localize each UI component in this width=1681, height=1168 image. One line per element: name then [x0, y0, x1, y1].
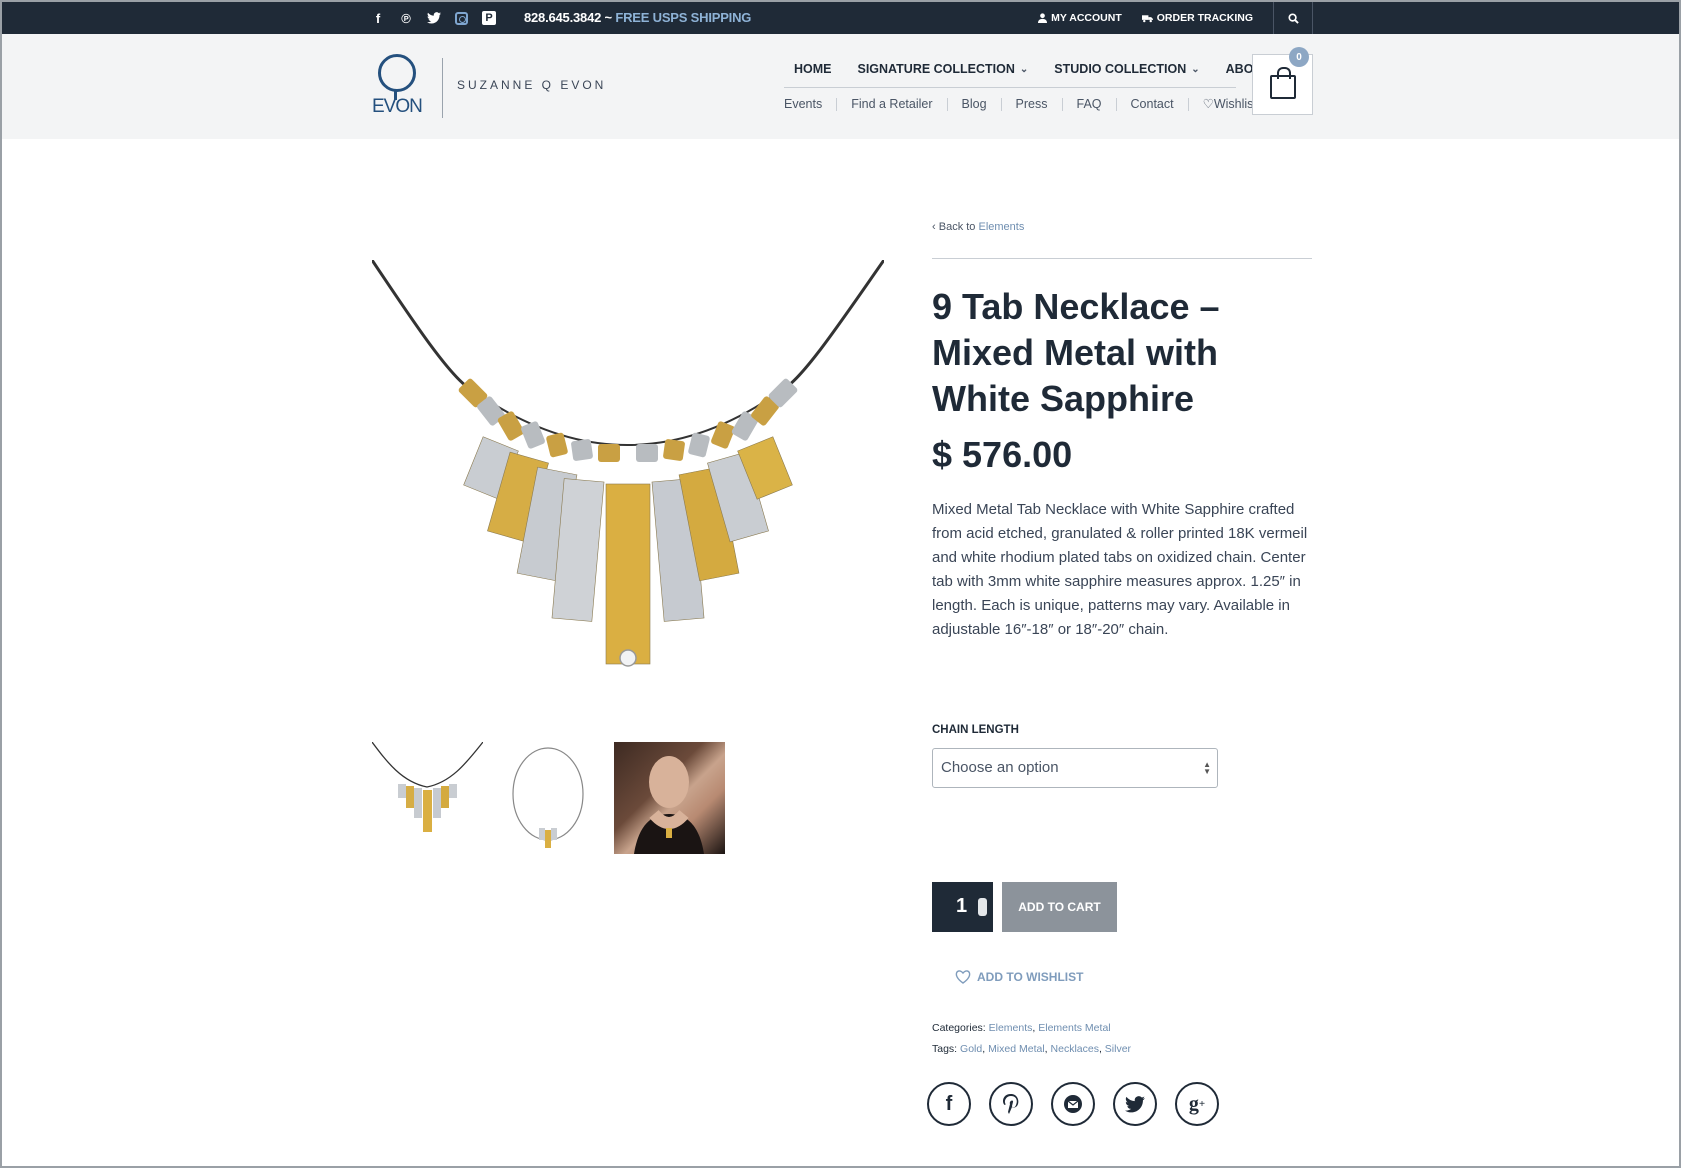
necklace-full-chain-image: [512, 747, 584, 848]
my-account-label: MY ACCOUNT: [1051, 12, 1122, 24]
phone-number[interactable]: 828.645.3842 ~: [524, 10, 612, 25]
order-tracking-link[interactable]: ORDER TRACKING: [1141, 2, 1273, 34]
page: f ℗ P 828.645.3842 ~ FREE USPS SHIPPING …: [0, 0, 1681, 1168]
nav-divider: [784, 87, 1236, 88]
add-to-cart-button[interactable]: ADD TO CART: [1002, 882, 1117, 932]
tag-link[interactable]: Silver: [1105, 1043, 1131, 1055]
quantity-stepper[interactable]: 1: [932, 882, 993, 932]
nav-studio-collection[interactable]: STUDIO COLLECTION ⌄: [1054, 62, 1199, 76]
info-divider: [932, 258, 1312, 259]
product-categories: Categories: Elements, Elements Metal: [932, 1022, 1111, 1034]
heart-icon: ♡: [1202, 97, 1214, 111]
nav-signature-label: SIGNATURE COLLECTION: [857, 62, 1015, 76]
category-link[interactable]: Elements Metal: [1038, 1022, 1110, 1034]
share-buttons: f g +: [927, 1082, 1219, 1126]
user-icon: [1038, 13, 1048, 23]
tags-label: Tags:: [932, 1043, 958, 1055]
chain-length-select[interactable]: Choose an option ▲ ▼: [932, 748, 1218, 788]
twitter-icon[interactable]: [427, 11, 441, 25]
account-links: MY ACCOUNT ORDER TRACKING: [1038, 2, 1313, 34]
pinterest-icon[interactable]: ℗: [399, 11, 413, 26]
thumbnail-front[interactable]: [371, 741, 484, 854]
pinterest-share-icon[interactable]: [989, 1082, 1033, 1126]
nav-signature-collection[interactable]: SIGNATURE COLLECTION ⌄: [858, 62, 1029, 76]
product-title: 9 Tab Necklace – Mixed Metal with White …: [932, 286, 1220, 419]
search-button[interactable]: [1273, 2, 1313, 34]
back-link[interactable]: Elements: [978, 221, 1024, 233]
subnav-blog[interactable]: Blog: [946, 98, 1001, 111]
nav-home[interactable]: HOME: [794, 62, 832, 76]
chevron-left-icon: ‹: [932, 221, 939, 233]
categories-label: Categories:: [932, 1022, 986, 1034]
logo-divider: [442, 58, 443, 118]
quantity-spinner-icon[interactable]: [978, 898, 987, 916]
breadcrumb: ‹ Back to Elements: [932, 221, 1024, 233]
category-link[interactable]: Elements: [989, 1022, 1033, 1034]
cart-count-badge: 0: [1289, 47, 1309, 67]
social-links: f ℗ P: [371, 2, 496, 34]
pinterest-board-icon[interactable]: P: [482, 11, 496, 25]
subnav-press[interactable]: Press: [1000, 98, 1062, 111]
add-to-wishlist-button[interactable]: ADD TO WISHLIST: [955, 970, 1083, 984]
thumbnail-model[interactable]: [614, 742, 725, 854]
model-wearing-necklace-image: [634, 756, 704, 854]
logo-text: EVON: [372, 96, 423, 117]
top-bar: f ℗ P 828.645.3842 ~ FREE USPS SHIPPING …: [2, 2, 1679, 34]
instagram-icon[interactable]: [455, 11, 468, 25]
my-account-link[interactable]: MY ACCOUNT: [1038, 2, 1142, 34]
quantity-value: 1: [956, 895, 968, 917]
logo-ring: [378, 54, 416, 92]
chain-length-label: CHAIN LENGTH: [932, 724, 1019, 736]
nav-home-label: HOME: [794, 62, 832, 76]
order-tracking-label: ORDER TRACKING: [1156, 12, 1253, 24]
subnav-faq[interactable]: FAQ: [1061, 98, 1116, 111]
product-price: $ 576.00: [932, 434, 1073, 475]
product-description: Mixed Metal Tab Necklace with White Sapp…: [932, 501, 1308, 638]
necklace-image: [370, 259, 886, 667]
main-nav: HOME SIGNATURE COLLECTION ⌄ STUDIO COLLEC…: [794, 62, 1270, 76]
product-tags: Tags: Gold, Mixed Metal, Necklaces, Silv…: [932, 1043, 1132, 1055]
select-arrows-icon: ▲ ▼: [1203, 760, 1211, 776]
email-share-icon[interactable]: [1051, 1082, 1095, 1126]
secondary-nav: Events Find a Retailer Blog Press FAQ Co…: [784, 98, 1271, 111]
cart-button[interactable]: 0: [1252, 47, 1313, 115]
chevron-down-icon: ⌄: [1019, 63, 1029, 75]
facebook-share-icon[interactable]: f: [927, 1082, 971, 1126]
shopping-bag-icon: [1270, 67, 1296, 99]
shipping-text: FREE USPS SHIPPING: [615, 10, 752, 25]
phone-shipping: 828.645.3842 ~ FREE USPS SHIPPING: [524, 10, 751, 25]
facebook-icon[interactable]: f: [371, 11, 385, 26]
subnav-contact[interactable]: Contact: [1115, 98, 1188, 111]
google-plus-share-icon[interactable]: g +: [1175, 1082, 1219, 1126]
tag-link[interactable]: Gold: [960, 1043, 982, 1055]
add-to-cart-label: ADD TO CART: [1018, 900, 1101, 914]
site-logo[interactable]: EVON: [372, 54, 432, 120]
thumbnail-full-chain[interactable]: [493, 742, 604, 854]
heart-icon: [955, 970, 971, 984]
twitter-share-icon[interactable]: [1113, 1082, 1157, 1126]
subnav-find-retailer[interactable]: Find a Retailer: [836, 98, 946, 111]
product-main-image[interactable]: [370, 259, 886, 700]
tag-link[interactable]: Necklaces: [1051, 1043, 1099, 1055]
subnav-events[interactable]: Events: [784, 98, 836, 111]
brand-name: SUZANNE Q EVON: [457, 78, 607, 92]
chevron-down-icon: ⌄: [1191, 63, 1200, 75]
truck-icon: [1141, 14, 1153, 22]
product-thumbnails: [371, 741, 725, 854]
subnav-wishlist-label: Wishlist: [1213, 97, 1257, 111]
back-prefix: Back to: [938, 221, 976, 233]
necklace-thumbnail-image: [371, 741, 484, 832]
search-icon: [1287, 12, 1299, 24]
site-header: EVON SUZANNE Q EVON HOME SIGNATURE COLLE…: [2, 34, 1679, 139]
chain-length-value: Choose an option: [941, 759, 1059, 776]
tag-link[interactable]: Mixed Metal: [988, 1043, 1045, 1055]
nav-studio-label: STUDIO COLLECTION: [1054, 62, 1187, 76]
add-to-wishlist-label: ADD TO WISHLIST: [977, 970, 1084, 984]
